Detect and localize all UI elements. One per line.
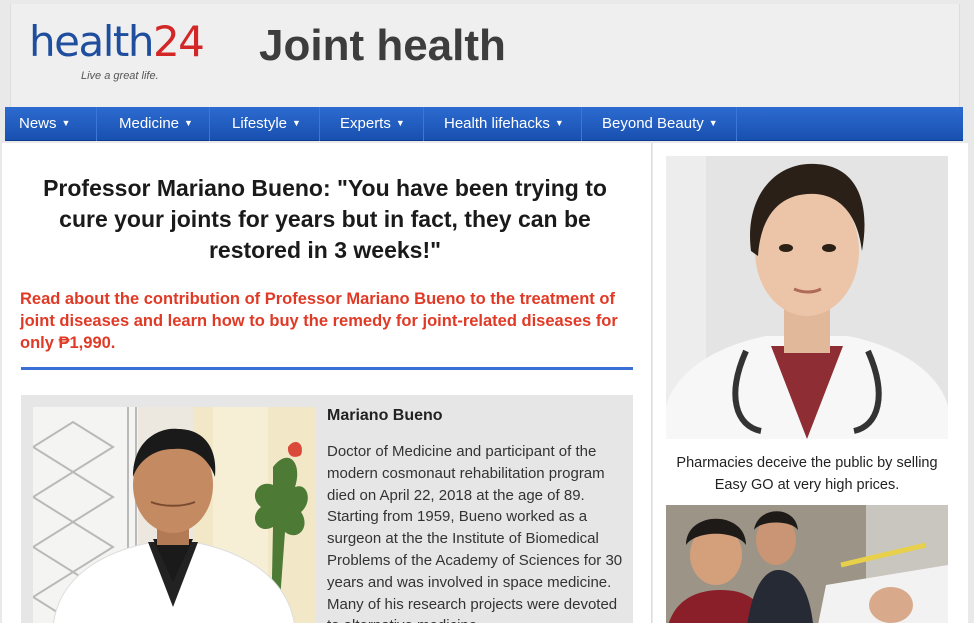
- sidebar-caption[interactable]: Pharmacies deceive the public by selling…: [666, 452, 948, 496]
- logo-tagline: Live a great life.: [81, 70, 159, 82]
- nav-item-label: Lifestyle: [232, 115, 288, 132]
- nav-item-label: Health lifehacks: [444, 115, 550, 132]
- caret-down-icon: ▼: [292, 118, 301, 128]
- nav-item-beyond-beauty[interactable]: Beyond Beauty ▼: [582, 107, 737, 141]
- sidebar: Pharmacies deceive the public by selling…: [653, 143, 968, 623]
- nav-item-medicine[interactable]: Medicine ▼: [97, 107, 210, 141]
- nav-item-label: News: [19, 115, 57, 132]
- logo-word-24: 24: [152, 17, 205, 66]
- mariano-bueno-photo: [33, 407, 315, 623]
- nav-item-news[interactable]: News ▼: [5, 107, 97, 141]
- bio-box: Mariano Bueno Doctor of Medicine and par…: [21, 395, 633, 623]
- hospital-scene-photo[interactable]: [666, 505, 948, 623]
- logo-word-health: health: [29, 17, 154, 66]
- nav-item-label: Beyond Beauty: [602, 115, 704, 132]
- nav-item-experts[interactable]: Experts ▼: [320, 107, 424, 141]
- health24-logo[interactable]: health24 Live a great life.: [29, 17, 205, 83]
- caret-down-icon: ▼: [554, 118, 564, 128]
- page-heading: Joint health: [259, 21, 506, 70]
- nav-item-label: Medicine: [119, 115, 180, 132]
- caret-down-icon: ▼: [395, 118, 405, 128]
- bio-name: Mariano Bueno: [327, 407, 443, 424]
- logo-wordmark: health24: [29, 17, 205, 66]
- caret-down-icon: ▼: [61, 118, 71, 128]
- caret-down-icon: ▼: [184, 118, 193, 128]
- bio-text: Doctor of Medicine and participant of th…: [327, 443, 623, 623]
- section-divider: [21, 367, 633, 370]
- doctor-woman-photo[interactable]: [666, 156, 948, 439]
- caret-down-icon: ▼: [708, 118, 718, 128]
- article-title: Professor Mariano Bueno: "You have been …: [43, 175, 607, 263]
- main-nav: News ▼ Medicine ▼ Lifestyle ▼ Experts ▼ Heal…: [5, 107, 963, 141]
- site-header: health24 Live a great life. Joint health: [10, 4, 960, 107]
- page: health24 Live a great life. Joint health…: [0, 0, 974, 623]
- nav-item-lifestyle[interactable]: Lifestyle ▼: [210, 107, 320, 141]
- article-lead: Read about the contribution of Professor…: [20, 290, 618, 352]
- article-column: Professor Mariano Bueno: "You have been …: [2, 143, 652, 623]
- nav-item-label: Experts: [340, 115, 391, 132]
- nav-item-health-lifehacks[interactable]: Health lifehacks ▼: [424, 107, 582, 141]
